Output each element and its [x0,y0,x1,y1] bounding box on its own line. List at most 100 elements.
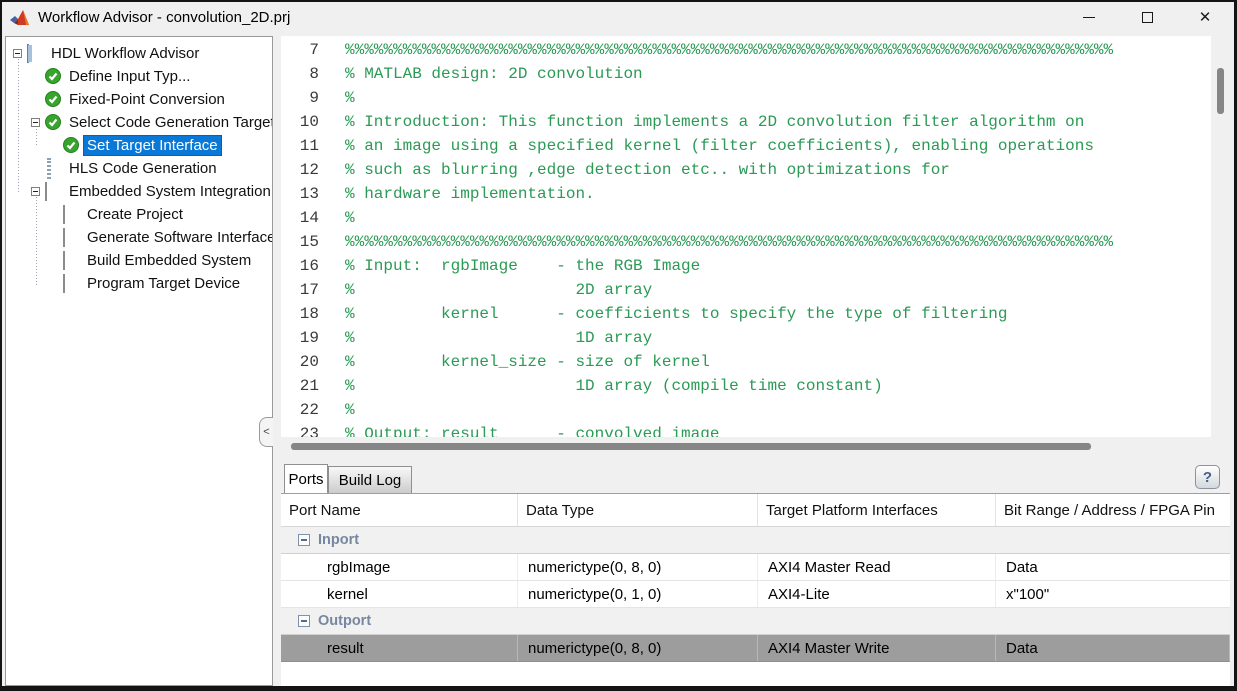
code-text: % an image using a specified kernel (fil… [345,137,1094,155]
collapse-expander-icon[interactable] [31,187,40,196]
ports-panel: Ports Build Log ? Port Name Data Type Ta… [281,456,1230,686]
cell-port-name: rgbImage [281,554,518,580]
tree-item-embedded-system-integration[interactable]: Embedded System Integration [6,180,272,203]
code-line: 19% 1D array [281,326,1211,350]
help-icon: ? [1203,469,1212,486]
title-bar: Workflow Advisor - convolution_2D.prj ✕ [2,2,1234,33]
close-button[interactable]: ✕ [1176,2,1234,33]
table-row-kernel[interactable]: kernel numerictype(0, 1, 0) AXI4-Lite x"… [281,581,1230,608]
vertical-scrollbar-thumb[interactable] [1217,68,1224,114]
workflow-tree-panel: HDL Workflow Advisor Define Input Typ...… [5,36,273,686]
minimize-button[interactable] [1060,2,1118,33]
code-text: % kernel_size - size of kernel [345,353,710,371]
ports-panel-tabbar: Ports Build Log ? [281,456,1230,493]
column-header-target-platform-interfaces[interactable]: Target Platform Interfaces [758,494,996,526]
code-text: %%%%%%%%%%%%%%%%%%%%%%%%%%%%%%%%%%%%%%%%… [345,233,1113,251]
tree-item-fixed-point-conversion[interactable]: Fixed-Point Conversion [6,88,272,111]
code-line: 15%%%%%%%%%%%%%%%%%%%%%%%%%%%%%%%%%%%%%%… [281,230,1211,254]
group-row-outport[interactable]: Outport [281,608,1230,635]
editor-horizontal-scrollbar[interactable] [281,437,1230,456]
code-line: 18% kernel - coefficients to specify the… [281,302,1211,326]
line-number: 17 [281,281,319,299]
tree-item-hdl-workflow-advisor[interactable]: HDL Workflow Advisor [6,42,272,65]
code-text: % kernel - coefficients to specify the t… [345,305,1008,323]
code-editor[interactable]: 7%%%%%%%%%%%%%%%%%%%%%%%%%%%%%%%%%%%%%%%… [281,36,1211,437]
code-text: % Input: rgbImage - the RGB Image [345,257,700,275]
maximize-icon [1142,12,1153,23]
collapse-panel-handle[interactable]: < [259,417,273,447]
column-header-data-type[interactable]: Data Type [518,494,758,526]
tree-item-build-embedded-system[interactable]: Build Embedded System [6,249,272,272]
code-line: 17 % 2D array [281,278,1211,302]
close-icon: ✕ [1199,10,1212,25]
collapse-group-icon[interactable] [298,534,310,546]
cell-bit-range[interactable]: Data [996,554,1230,580]
code-line: 23% Output: result - convolved image [281,422,1211,437]
editor-vertical-scrollbar[interactable] [1211,36,1230,437]
tab-build-log[interactable]: Build Log [328,466,412,493]
column-header-bit-range[interactable]: Bit Range / Address / FPGA Pin [996,494,1230,526]
code-line: 16 % Input: rgbImage - the RGB Image [281,254,1211,278]
code-line: 7%%%%%%%%%%%%%%%%%%%%%%%%%%%%%%%%%%%%%%%… [281,38,1211,62]
collapse-group-icon[interactable] [298,615,310,627]
cell-data-type[interactable]: numerictype(0, 8, 0) [518,554,758,580]
code-text: % [345,401,355,419]
cell-data-type[interactable]: numerictype(0, 8, 0) [518,635,758,661]
tab-ports[interactable]: Ports [284,464,328,493]
line-number: 20 [281,353,319,371]
collapse-expander-icon[interactable] [13,49,22,58]
code-text: % 2D array [345,281,652,299]
maximize-button[interactable] [1118,2,1176,33]
tree-item-label-selected: Set Target Interface [84,136,221,155]
tree-item-label: Fixed-Point Conversion [66,90,228,109]
help-button[interactable]: ? [1195,465,1220,489]
task-not-run-icon [63,251,65,270]
cell-port-name: kernel [281,581,518,607]
tree-item-define-input-types[interactable]: Define Input Typ... [6,65,272,88]
task-not-run-icon [45,182,47,201]
code-text: % Introduction: This function implements… [345,113,1084,131]
line-number: 10 [281,113,319,131]
code-line: 22% [281,398,1211,422]
tree-item-create-project[interactable]: Create Project [6,203,272,226]
line-number: 23 [281,425,319,437]
horizontal-scrollbar-thumb[interactable] [291,443,1091,450]
tree-item-label: Embedded System Integration [66,182,273,201]
cell-bit-range[interactable]: x"100" [996,581,1230,607]
task-not-run-icon [63,205,65,224]
tree-item-hls-code-generation[interactable]: HLS Code Generation [6,157,272,180]
column-header-port-name[interactable]: Port Name [281,494,518,526]
tree-item-label: Define Input Typ... [66,67,193,86]
line-number: 19 [281,329,319,347]
chevron-left-icon: < [263,426,269,438]
collapse-expander-icon[interactable] [31,118,40,127]
tree-item-label: HDL Workflow Advisor [48,44,202,63]
cell-data-type[interactable]: numerictype(0, 1, 0) [518,581,758,607]
tree-item-label: Select Code Generation Target [66,113,273,132]
group-label: Inport [318,532,359,548]
line-number: 11 [281,137,319,155]
line-number: 16 [281,257,319,275]
table-row-result-selected[interactable]: result numerictype(0, 8, 0) AXI4 Master … [281,635,1230,662]
cell-bit-range[interactable]: Data [996,635,1230,661]
line-number: 14 [281,209,319,227]
code-line: 11 % an image using a specified kernel (f… [281,134,1211,158]
ports-table: Port Name Data Type Target Platform Inte… [281,493,1230,686]
cell-target-platform-interface[interactable]: AXI4 Master Write [758,635,996,661]
table-row-rgbimage[interactable]: rgbImage numerictype(0, 8, 0) AXI4 Maste… [281,554,1230,581]
line-number: 12 [281,161,319,179]
code-text: % 1D array (compile time constant) [345,377,883,395]
tree-item-label: Generate Software Interface [84,228,273,247]
code-text: % such as blurring ,edge detection etc..… [345,161,950,179]
tree-item-select-code-generation-target[interactable]: Select Code Generation Target [6,111,272,134]
tree-item-generate-software-interface[interactable]: Generate Software Interface [6,226,272,249]
code-line: 13% hardware implementation. [281,182,1211,206]
task-not-run-icon [63,228,65,247]
group-row-inport[interactable]: Inport [281,527,1230,554]
cell-target-platform-interface[interactable]: AXI4 Master Read [758,554,996,580]
tab-label: Build Log [339,472,402,489]
code-text: % [345,209,355,227]
cell-target-platform-interface[interactable]: AXI4-Lite [758,581,996,607]
tree-item-set-target-interface[interactable]: Set Target Interface [6,134,272,157]
tree-item-program-target-device[interactable]: Program Target Device [6,272,272,295]
